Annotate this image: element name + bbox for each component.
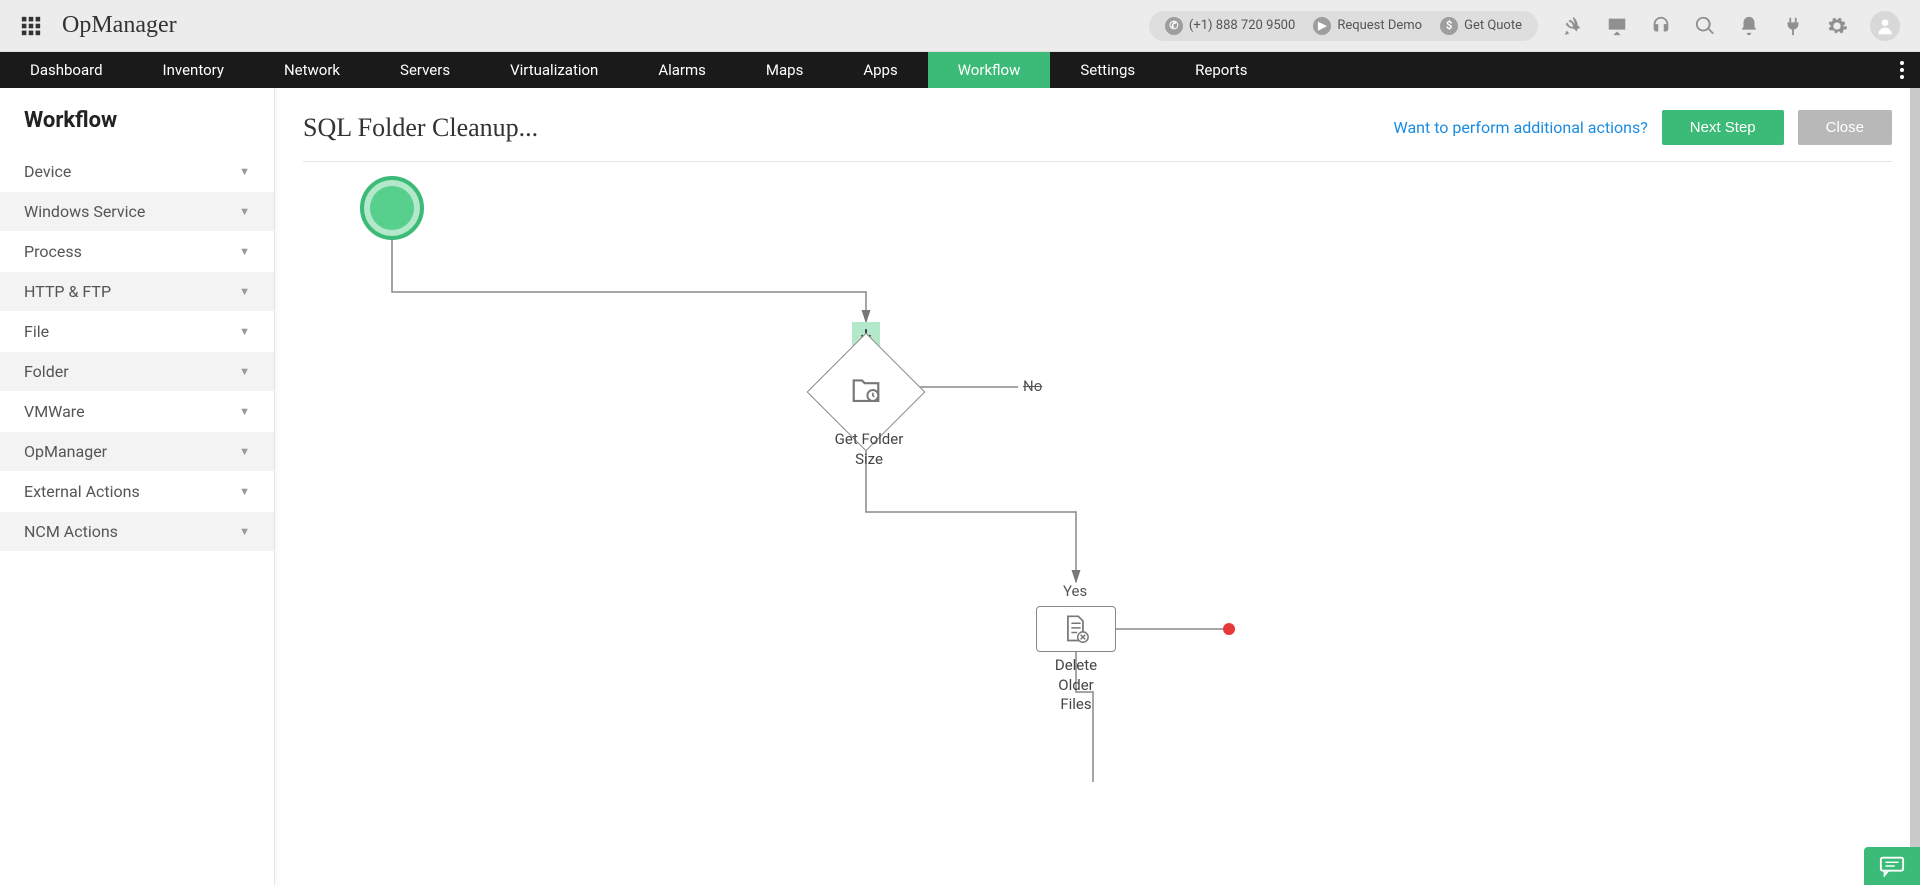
sidebar-item-file[interactable]: File ▼ xyxy=(0,311,274,351)
sidebar-item-label: Windows Service xyxy=(24,202,145,221)
phone-link[interactable]: ✆ (+1) 888 720 9500 xyxy=(1159,15,1301,37)
sidebar-item-ncm-actions[interactable]: NCM Actions ▼ xyxy=(0,511,274,551)
decision-label: Get Folder Size xyxy=(829,430,909,469)
nav-settings[interactable]: Settings xyxy=(1050,52,1165,88)
topbar: OpManager ✆ (+1) 888 720 9500 ▶ Request … xyxy=(0,0,1920,52)
request-demo-link[interactable]: ▶ Request Demo xyxy=(1307,15,1428,37)
chevron-down-icon: ▼ xyxy=(239,485,250,498)
demo-icon: ▶ xyxy=(1313,17,1331,35)
top-icons xyxy=(1562,11,1900,41)
workflow-canvas-container: SQL Folder Cleanup... Want to perform ad… xyxy=(275,88,1920,885)
chevron-down-icon: ▼ xyxy=(239,365,250,378)
rocket-icon[interactable] xyxy=(1562,15,1584,37)
sidebar-item-folder[interactable]: Folder ▼ xyxy=(0,351,274,391)
search-icon[interactable] xyxy=(1694,15,1716,37)
close-button[interactable]: Close xyxy=(1798,110,1892,145)
sidebar-item-label: NCM Actions xyxy=(24,522,118,541)
sidebar-item-label: File xyxy=(24,322,49,341)
sidebar-item-label: Folder xyxy=(24,362,69,381)
phone-text: (+1) 888 720 9500 xyxy=(1189,18,1295,33)
nav-reports[interactable]: Reports xyxy=(1165,52,1277,88)
nav-apps[interactable]: Apps xyxy=(833,52,927,88)
bell-icon[interactable] xyxy=(1738,15,1760,37)
vertical-scrollbar[interactable] xyxy=(1910,88,1920,885)
brand-title: OpManager xyxy=(62,12,177,39)
workflow-title: SQL Folder Cleanup... xyxy=(303,113,538,143)
sidebar-item-process[interactable]: Process ▼ xyxy=(0,231,274,271)
sidebar-item-external-actions[interactable]: External Actions ▼ xyxy=(0,471,274,511)
action-delete-older-files[interactable] xyxy=(1036,606,1116,652)
workflow-start-node[interactable] xyxy=(360,176,424,240)
chevron-down-icon: ▼ xyxy=(239,405,250,418)
get-quote-text: Get Quote xyxy=(1464,18,1522,33)
sidebar-item-device[interactable]: Device ▼ xyxy=(0,151,274,191)
workflow-canvas[interactable]: Get Folder Size No Yes Delete Older File… xyxy=(303,162,1892,782)
sidebar-item-vmware[interactable]: VMWare ▼ xyxy=(0,391,274,431)
action-label: Delete Older Files xyxy=(1041,656,1111,715)
get-quote-link[interactable]: $ Get Quote xyxy=(1434,15,1528,37)
sidebar-item-label: Process xyxy=(24,242,82,261)
nav-workflow[interactable]: Workflow xyxy=(928,52,1051,88)
chevron-down-icon: ▼ xyxy=(239,525,250,538)
nav-dashboard[interactable]: Dashboard xyxy=(0,52,133,88)
sidebar-title: Workflow xyxy=(0,88,274,151)
flow-end-dot xyxy=(1223,623,1235,635)
gear-icon[interactable] xyxy=(1826,15,1848,37)
sidebar-item-label: Device xyxy=(24,162,71,181)
main-nav: Dashboard Inventory Network Servers Virt… xyxy=(0,52,1920,88)
chat-fab[interactable] xyxy=(1864,847,1920,885)
sidebar-item-windows-service[interactable]: Windows Service ▼ xyxy=(0,191,274,231)
nav-alarms[interactable]: Alarms xyxy=(628,52,736,88)
sidebar-item-label: HTTP & FTP xyxy=(24,282,111,301)
chevron-down-icon: ▼ xyxy=(239,285,250,298)
chevron-down-icon: ▼ xyxy=(239,445,250,458)
file-delete-icon xyxy=(1062,614,1090,644)
nav-more-icon[interactable] xyxy=(1884,52,1920,88)
sidebar-item-opmanager[interactable]: OpManager ▼ xyxy=(0,431,274,471)
nav-servers[interactable]: Servers xyxy=(370,52,480,88)
sidebar: Workflow Device ▼ Windows Service ▼ Proces… xyxy=(0,88,275,885)
nav-network[interactable]: Network xyxy=(254,52,370,88)
avatar[interactable] xyxy=(1870,11,1900,41)
request-demo-text: Request Demo xyxy=(1337,18,1422,33)
sidebar-item-http-ftp[interactable]: HTTP & FTP ▼ xyxy=(0,271,274,311)
sidebar-item-label: VMWare xyxy=(24,402,85,421)
scrollbar-thumb[interactable] xyxy=(1910,88,1920,885)
additional-actions-link[interactable]: Want to perform additional actions? xyxy=(1394,118,1648,137)
apps-grid-icon[interactable] xyxy=(20,15,42,37)
chevron-down-icon: ▼ xyxy=(239,325,250,338)
chevron-down-icon: ▼ xyxy=(239,205,250,218)
chevron-down-icon: ▼ xyxy=(239,165,250,178)
nav-inventory[interactable]: Inventory xyxy=(133,52,254,88)
plug-icon[interactable] xyxy=(1782,15,1804,37)
sidebar-item-label: OpManager xyxy=(24,442,107,461)
headset-icon[interactable] xyxy=(1650,15,1672,37)
next-step-button[interactable]: Next Step xyxy=(1662,110,1784,145)
nav-maps[interactable]: Maps xyxy=(736,52,833,88)
phone-icon: ✆ xyxy=(1165,17,1183,35)
chevron-down-icon: ▼ xyxy=(239,245,250,258)
sidebar-item-label: External Actions xyxy=(24,482,140,501)
quote-icon: $ xyxy=(1440,17,1458,35)
folder-icon xyxy=(849,375,883,409)
presentation-icon[interactable] xyxy=(1606,15,1628,37)
content-header: SQL Folder Cleanup... Want to perform ad… xyxy=(303,110,1892,162)
nav-virtualization[interactable]: Virtualization xyxy=(480,52,628,88)
edge-label-yes: Yes xyxy=(1063,582,1087,600)
edge-label-no: No xyxy=(1023,377,1042,395)
contact-pill: ✆ (+1) 888 720 9500 ▶ Request Demo $ Get… xyxy=(1149,11,1538,41)
